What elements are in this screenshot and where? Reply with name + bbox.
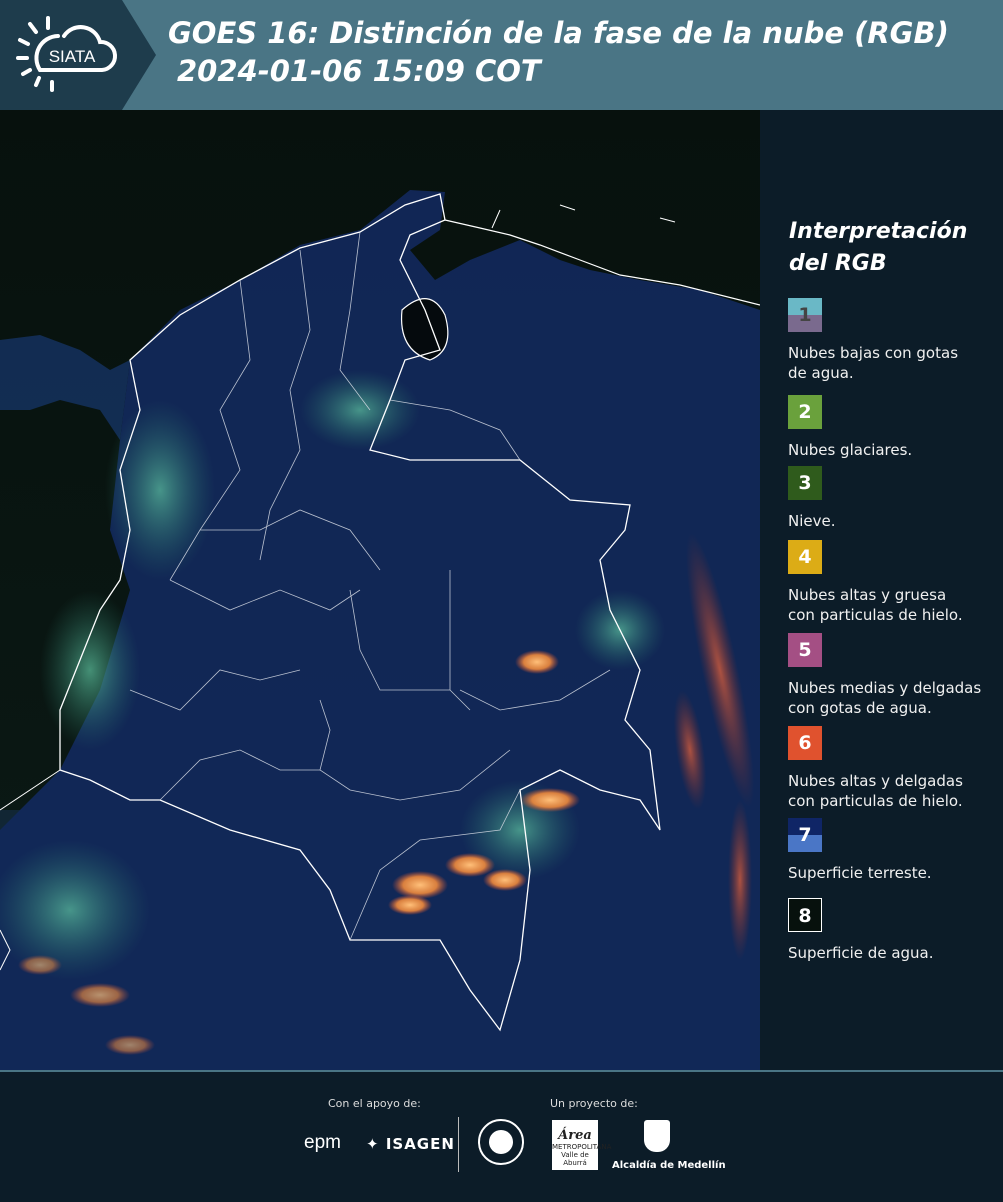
legend-swatch: 4 bbox=[788, 540, 822, 574]
cloud-west bbox=[105, 400, 215, 580]
epm-logo: epm bbox=[304, 1132, 341, 1153]
legend-item: 2 Nubes glaciares. bbox=[788, 395, 998, 460]
legend-text-line: Nubes medias y delgadas bbox=[788, 679, 982, 697]
svg-text:SIATA: SIATA bbox=[49, 47, 96, 66]
legend-item: 1 Nubes bajas con gotas de agua. bbox=[788, 298, 998, 383]
legend-text-line: Nubes altas y delgadas bbox=[788, 772, 963, 790]
legend-text-line: Nubes glaciares. bbox=[788, 441, 913, 459]
legend-item: 3 Nieve. bbox=[788, 466, 998, 531]
ice-cloud-5 bbox=[483, 869, 527, 891]
legend-text-line: con particulas de hielo. bbox=[788, 792, 963, 810]
legend-text: Nubes altas y delgadas con particulas de … bbox=[788, 771, 998, 811]
ice-cloud-2 bbox=[520, 788, 580, 812]
legend-text-line: con gotas de agua. bbox=[788, 699, 932, 717]
support-label: Con el apoyo de: bbox=[328, 1097, 421, 1110]
isagen-mark-icon: ✦ bbox=[366, 1135, 380, 1153]
footer: Con el apoyo de: Un proyecto de: epm ✦ I… bbox=[0, 1070, 1003, 1202]
map-image bbox=[0, 110, 761, 1070]
ice-cloud-4 bbox=[392, 871, 448, 899]
legend-swatch: 3 bbox=[788, 466, 822, 500]
legend-number: 6 bbox=[798, 732, 812, 754]
legend-text-line: de agua. bbox=[788, 364, 854, 382]
legend-text: Nubes glaciares. bbox=[788, 440, 998, 460]
legend-swatch: 8 bbox=[788, 898, 822, 932]
ice-cloud-6 bbox=[388, 895, 432, 915]
ice-cloud-9 bbox=[105, 1035, 155, 1055]
legend-panel: Interpretación del RGB 1 Nubes bajas con … bbox=[760, 110, 1003, 1070]
legend-text: Nubes medias y delgadas con gotas de agua… bbox=[788, 678, 998, 718]
sun-cloud-icon: SIATA bbox=[16, 16, 118, 92]
legend-number: 1 bbox=[798, 304, 812, 326]
thin-ice-streak-3 bbox=[728, 800, 752, 960]
alcaldia-logo: Alcaldía de Medellín bbox=[612, 1160, 726, 1171]
legend-text: Nieve. bbox=[788, 511, 998, 531]
siata-logo: SIATA bbox=[0, 0, 122, 110]
legend-swatch: 5 bbox=[788, 633, 822, 667]
page-title: GOES 16: Distinción de la fase de la nub… bbox=[168, 14, 949, 90]
legend-item: 4 Nubes altas y gruesa con particulas de h… bbox=[788, 540, 998, 625]
legend-number: 3 bbox=[798, 472, 812, 494]
isagen-text: ISAGEN bbox=[385, 1135, 455, 1153]
legend-swatch: 2 bbox=[788, 395, 822, 429]
footer-divider bbox=[458, 1117, 459, 1172]
title-line-1: GOES 16: Distinción de la fase de la nub… bbox=[168, 16, 949, 50]
project-label: Un proyecto de: bbox=[550, 1097, 638, 1110]
legend-text-line: Superficie terreste. bbox=[788, 864, 932, 882]
legend-text-line: Nubes bajas con gotas bbox=[788, 344, 959, 362]
ice-cloud-1 bbox=[515, 650, 559, 674]
area-logo-sub: METROPOLITANA Valle de Aburrá bbox=[552, 1143, 612, 1167]
legend-number: 7 bbox=[798, 824, 812, 846]
area-metropolitana-logo: Área METROPOLITANA Valle de Aburrá bbox=[552, 1120, 611, 1170]
cloud-north bbox=[300, 370, 420, 450]
header: SIATA GOES 16: Distinción de la fase de … bbox=[0, 0, 1003, 110]
legend-swatch: 6 bbox=[788, 726, 822, 760]
seal-icon bbox=[478, 1119, 524, 1165]
legend-item: 7 Superficie terreste. bbox=[788, 818, 998, 883]
legend-title-line-1: Interpretación bbox=[789, 219, 968, 244]
legend-text-line: Nubes altas y gruesa bbox=[788, 586, 947, 604]
legend-item: 6 Nubes altas y delgadas con particulas de… bbox=[788, 726, 998, 811]
legend-text: Superficie de agua. bbox=[788, 943, 998, 963]
legend-item: 5 Nubes medias y delgadas con gotas de agu… bbox=[788, 633, 998, 718]
title-line-2: 2024-01-06 15:09 COT bbox=[177, 54, 541, 88]
logo-chevron bbox=[122, 0, 156, 110]
legend-text: Nubes bajas con gotas de agua. bbox=[788, 343, 998, 383]
legend-text: Superficie terreste. bbox=[788, 863, 998, 883]
cloud-pacific bbox=[40, 590, 140, 750]
legend-title-line-2: del RGB bbox=[789, 251, 887, 276]
satellite-map bbox=[0, 110, 761, 1070]
legend-number: 5 bbox=[798, 639, 812, 661]
legend-swatch: 7 bbox=[788, 818, 822, 852]
legend-number: 2 bbox=[798, 401, 812, 423]
ice-cloud-8 bbox=[18, 955, 62, 975]
legend-title: Interpretación del RGB bbox=[789, 216, 967, 280]
legend-text: Nubes altas y gruesa con particulas de hi… bbox=[788, 585, 998, 625]
legend-text-line: Nieve. bbox=[788, 512, 836, 530]
legend-text-line: Superficie de agua. bbox=[788, 944, 934, 962]
legend-number: 8 bbox=[798, 905, 812, 927]
ice-cloud-7 bbox=[70, 983, 130, 1007]
legend-item: 8 Superficie de agua. bbox=[788, 898, 998, 963]
shield-icon bbox=[644, 1120, 670, 1152]
area-logo-text: Área bbox=[558, 1128, 592, 1143]
legend-swatch: 1 bbox=[788, 298, 822, 332]
legend-number: 4 bbox=[798, 546, 812, 568]
isagen-logo: ✦ ISAGEN bbox=[366, 1135, 455, 1153]
legend-text-line: con particulas de hielo. bbox=[788, 606, 963, 624]
